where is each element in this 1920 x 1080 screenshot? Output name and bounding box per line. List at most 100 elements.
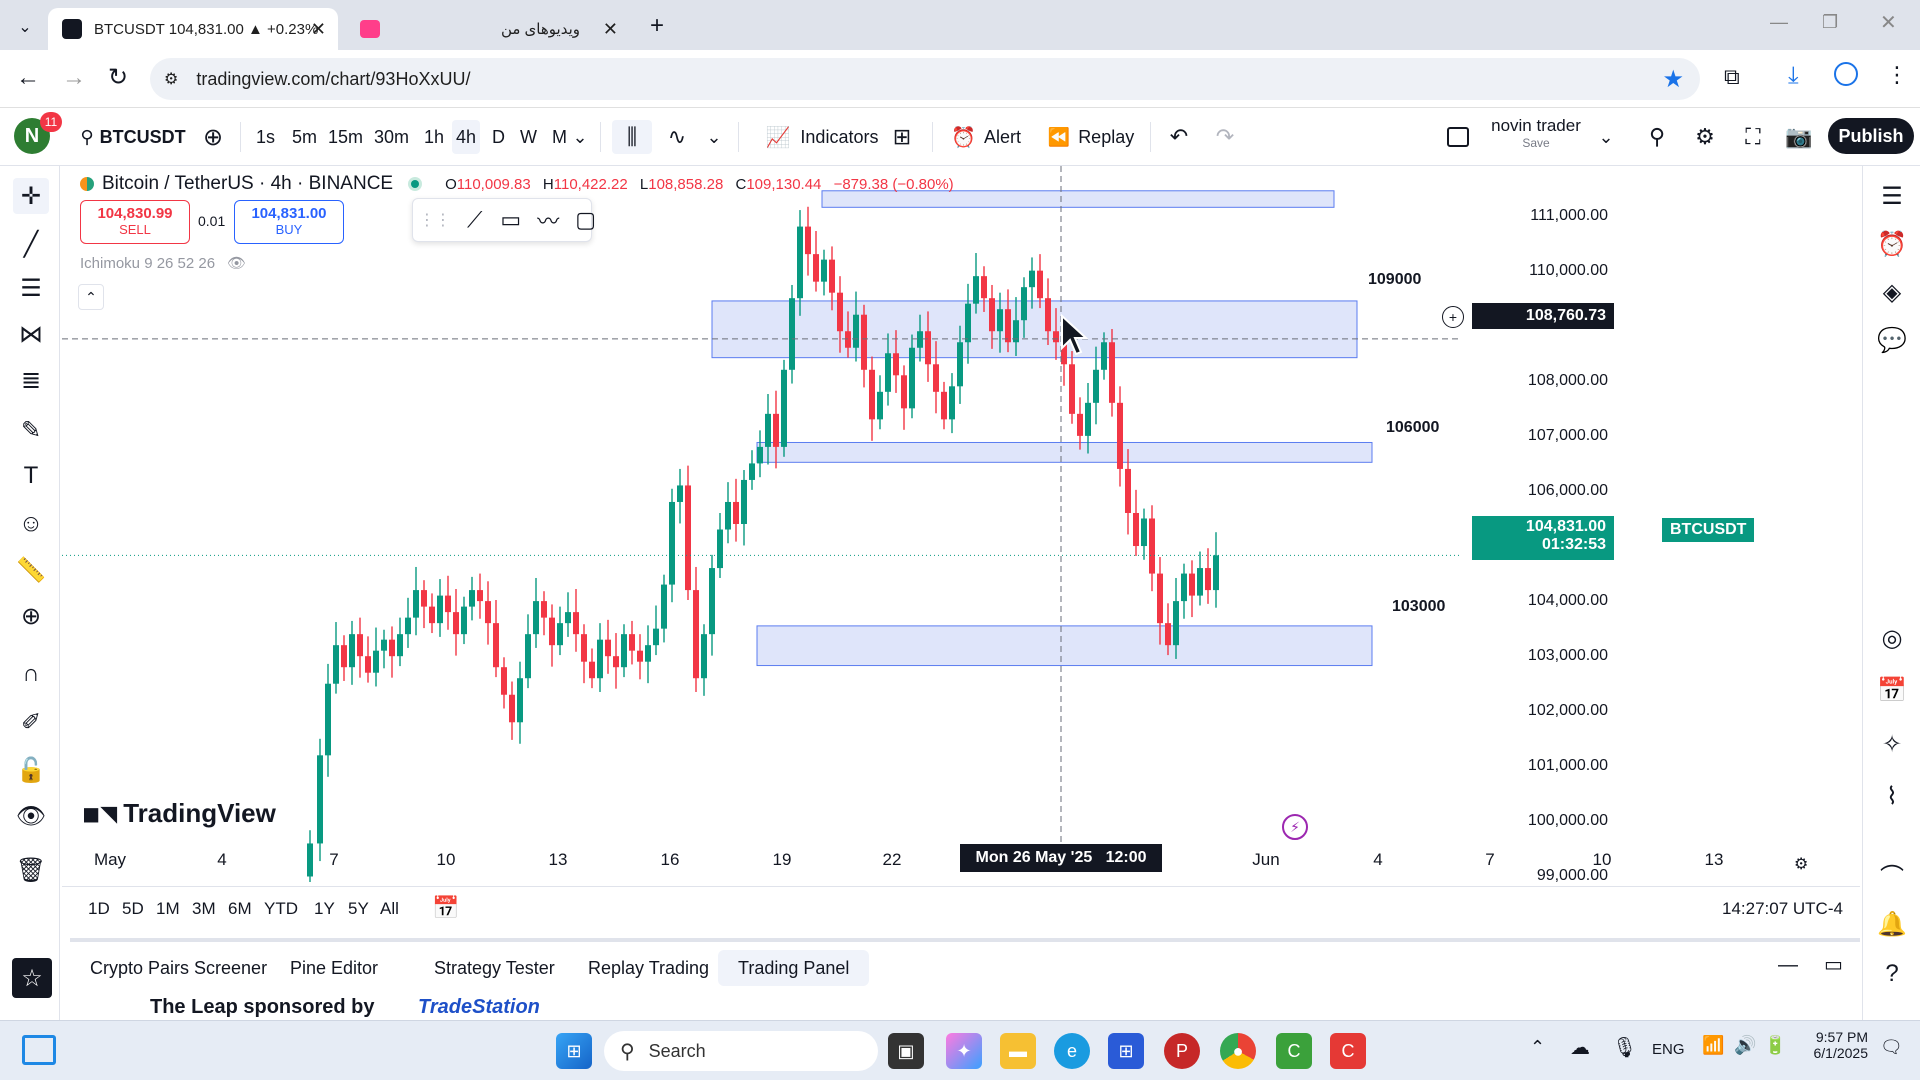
panel-tab-replay-trading[interactable]: Replay Trading [568, 950, 729, 986]
range-5d[interactable]: 5D [122, 899, 144, 919]
minimize-icon[interactable]: — [1770, 12, 1788, 33]
layers-icon[interactable]: ◈ [1874, 274, 1910, 310]
range-5y[interactable]: 5Y [348, 899, 369, 919]
site-info-icon[interactable]: ⚙ [164, 69, 178, 89]
taskbar-search-box[interactable]: ⚲ Search [604, 1031, 878, 1071]
close-window-icon[interactable]: ✕ [1880, 10, 1897, 35]
language-indicator[interactable]: ENG [1652, 1041, 1685, 1058]
browser-tab-tradingview[interactable]: BTCUSDT 104,831.00 ▲ +0.23% ✕ [48, 8, 338, 50]
redo-icon[interactable]: ↷ [1210, 120, 1240, 154]
interval-30m[interactable]: 30m [370, 120, 413, 154]
reload-icon[interactable]: ↻ [108, 63, 128, 92]
range-1y[interactable]: 1Y [314, 899, 335, 919]
help-icon[interactable]: ? [1874, 956, 1910, 992]
text-tool-icon[interactable]: T [13, 458, 49, 494]
forward-icon[interactable]: → [62, 64, 86, 92]
chrome-icon[interactable]: ● [1220, 1033, 1256, 1069]
promo-banner[interactable]: The Leap sponsored by TradeStation [70, 990, 1860, 1020]
compare-symbol-icon[interactable]: ⊕ [198, 120, 228, 154]
wifi-icon[interactable]: 📶 [1702, 1035, 1724, 1056]
show-hidden-icons-chevron[interactable]: ⌃ [1530, 1037, 1545, 1058]
target-icon[interactable]: ◎ [1874, 620, 1910, 656]
interval-1h[interactable]: 1h [420, 120, 448, 154]
calendar-icon[interactable]: 📅 [1874, 672, 1910, 708]
task-view-icon[interactable]: ▣ [888, 1033, 924, 1069]
indicator-legend[interactable]: Ichimoku 9 26 52 26 👁 [80, 254, 246, 273]
panel-tab-strategy-tester[interactable]: Strategy Tester [414, 950, 575, 986]
windows-start-icon[interactable]: ⊞ [556, 1033, 592, 1069]
interval-5m[interactable]: 5m [288, 120, 321, 154]
trash-icon[interactable]: 🗑 [13, 852, 49, 888]
camtasia-red-icon[interactable]: C [1330, 1033, 1366, 1069]
line-style-icon[interactable]: ∿ [660, 120, 694, 154]
range-1m[interactable]: 1M [156, 899, 180, 919]
brush-icon[interactable]: ✎ [13, 412, 49, 448]
publish-button[interactable]: Publish [1828, 118, 1914, 154]
range-6m[interactable]: 6M [228, 899, 252, 919]
browser-menu-icon[interactable]: ⋮ [1886, 62, 1908, 88]
panel-tab-crypto-pairs-screener[interactable]: Crypto Pairs Screener [70, 950, 287, 986]
emoji-icon[interactable]: ☺ [13, 506, 49, 542]
tab-list-chevron-icon[interactable]: ⌄ [12, 14, 38, 40]
candle-style-icon[interactable]: ⫼ [612, 120, 652, 154]
edge-browser-icon[interactable]: e [1054, 1033, 1090, 1069]
watchlist-icon[interactable]: ☰ [1874, 178, 1910, 214]
stream-icon[interactable]: ⌒ [1874, 856, 1910, 892]
interval-dropdown-icon[interactable]: ⌄ [570, 120, 590, 154]
add-price-alert-icon[interactable]: + [1442, 306, 1464, 328]
hidden-eye-icon[interactable]: 👁 [227, 254, 246, 272]
watchlist-star-icon[interactable]: ☆ [12, 958, 52, 998]
chat-icon[interactable]: 💬 [1874, 322, 1910, 358]
pattern-tool-icon[interactable]: ⋈ [13, 316, 49, 352]
templates-icon[interactable]: ⊞ [884, 120, 920, 154]
panel-tab-pine-editor[interactable]: Pine Editor [270, 950, 398, 986]
extensions-icon[interactable]: ⧉ [1724, 64, 1740, 90]
undo-icon[interactable]: ↶ [1164, 120, 1194, 154]
restore-icon[interactable]: ❐ [1822, 12, 1838, 33]
panel-tab-trading-panel[interactable]: Trading Panel [718, 950, 870, 986]
lightning-event-icon[interactable]: ⚡ [1282, 814, 1308, 840]
download-icon[interactable]: ⤓ [1788, 62, 1799, 90]
path-tool-icon[interactable]: ⟋ [467, 207, 482, 233]
sell-button[interactable]: 104,830.99 SELL [80, 200, 190, 244]
microphone-icon[interactable]: 🎙 [1612, 1035, 1637, 1060]
interval-1s[interactable]: 1s [252, 120, 279, 154]
magnet-icon[interactable]: ∩ [13, 656, 49, 692]
new-tab-icon[interactable]: + [650, 12, 664, 40]
settings-gear-icon[interactable]: ⚙ [1688, 120, 1722, 154]
interval-D[interactable]: D [488, 120, 509, 154]
collapse-legend-icon[interactable]: ⌃ [78, 284, 104, 310]
taskbar-clock[interactable]: 9:57 PM 6/1/2025 [1806, 1029, 1869, 1061]
bookmark-star-icon[interactable]: ★ [1662, 65, 1684, 94]
range-1d[interactable]: 1D [88, 899, 110, 919]
callout-tool-icon[interactable]: ▢ [575, 207, 596, 233]
interval-4h[interactable]: 4h [452, 120, 481, 154]
elliott-wave-icon[interactable]: 〰 [537, 204, 559, 236]
style-dropdown-icon[interactable]: ⌄ [704, 120, 724, 154]
rectangle-tool-icon[interactable]: ▭ [500, 207, 521, 233]
file-explorer-icon[interactable]: ▬ [1000, 1033, 1036, 1069]
copilot-icon[interactable]: ✦ [946, 1033, 982, 1069]
symbol-search-button[interactable]: ⚲ BTCUSDT [78, 120, 188, 154]
network-cloud-icon[interactable]: ☁ [1570, 1035, 1590, 1060]
volume-icon[interactable]: 🔊 [1734, 1035, 1756, 1056]
notification-center-icon[interactable]: 🗨 [1880, 1037, 1903, 1058]
browser-tab-videos[interactable]: ویدیوهای من ✕ [350, 8, 630, 50]
zoom-in-icon[interactable]: ⊕ [13, 598, 49, 634]
eye-icon[interactable]: 👁 [13, 798, 49, 834]
axis-settings-icon[interactable]: ⚙ [1794, 854, 1808, 874]
symbol-description[interactable]: Bitcoin / TetherUS · 4h · BINANCE [102, 173, 393, 195]
pencil-lock-icon[interactable]: ✐ [13, 704, 49, 740]
range-3m[interactable]: 3M [192, 899, 216, 919]
camera-snapshot-icon[interactable]: 📷 [1782, 120, 1816, 154]
tradingview-logo[interactable]: ◼◥ TradingView [82, 798, 276, 829]
buy-button[interactable]: 104,831.00 BUY [234, 200, 344, 244]
range-ytd[interactable]: YTD [264, 899, 298, 919]
lock-icon[interactable]: 🔓 [13, 752, 49, 788]
range-all[interactable]: All [380, 899, 399, 919]
chart-area[interactable]: Bitcoin / TetherUS · 4h · BINANCE O110,0… [62, 166, 1860, 884]
close-tab-icon[interactable]: ✕ [603, 19, 618, 40]
camtasia-green-icon[interactable]: C [1276, 1033, 1312, 1069]
drag-handle-icon[interactable]: ⋮⋮ [419, 210, 451, 230]
back-icon[interactable]: ← [16, 64, 40, 92]
